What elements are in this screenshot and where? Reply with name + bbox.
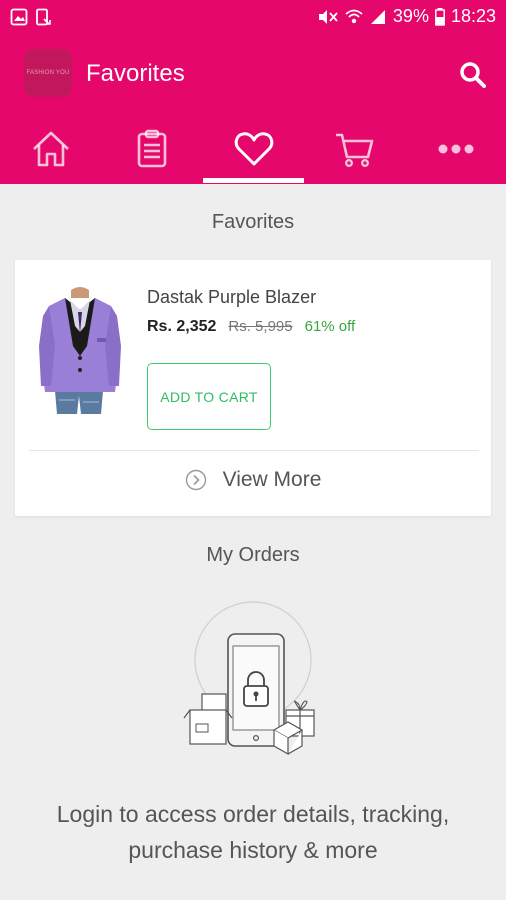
wifi-icon	[345, 9, 363, 23]
tab-favorites[interactable]	[203, 114, 304, 184]
view-more-label: View More	[222, 468, 322, 491]
app-logo: FASHION YOU	[24, 49, 72, 97]
favorite-item-card: Dastak Purple Blazer Rs. 2,352 Rs. 5,995…	[15, 260, 491, 516]
app-logo-text: FASHION YOU	[26, 70, 70, 76]
chevron-right-circle-icon	[185, 469, 206, 491]
tab-more[interactable]	[405, 114, 506, 184]
tab-orders[interactable]	[101, 114, 202, 184]
search-icon[interactable]	[458, 60, 488, 90]
view-more-button[interactable]: View More	[15, 462, 491, 498]
gallery-notification-icon	[10, 8, 28, 26]
clock: 18:23	[450, 6, 496, 26]
add-to-cart-button[interactable]: ADD TO CART	[147, 363, 271, 430]
tab-home[interactable]	[0, 114, 101, 184]
locked-phone-illustration-icon	[183, 601, 315, 756]
page-title: Favorites	[86, 60, 185, 87]
product-name[interactable]: Dastak Purple Blazer	[147, 287, 316, 308]
heart-icon	[234, 132, 273, 166]
app-bar: FASHION YOU Favorites	[0, 36, 506, 114]
status-bar: 39% 18:23	[0, 0, 506, 36]
battery-icon	[435, 7, 445, 26]
favorites-heading: Favorites	[211, 211, 295, 233]
orders-heading: My Orders	[206, 544, 300, 566]
divider	[29, 450, 479, 451]
product-price: Rs. 2,352	[147, 318, 217, 335]
product-mrp: Rs. 5,995	[228, 318, 293, 335]
price-row: Rs. 2,352 Rs. 5,995 61% off	[147, 318, 355, 336]
login-message[interactable]: Login to access order details, tracking,…	[20, 796, 486, 868]
product-discount: 61% off	[304, 318, 356, 335]
more-icon	[438, 144, 473, 154]
mute-icon	[318, 9, 338, 24]
battery-percent: 39%	[392, 6, 429, 26]
clipboard-icon	[137, 129, 166, 168]
tab-selected-indicator	[203, 178, 304, 183]
product-image[interactable]	[35, 286, 125, 416]
home-icon	[32, 131, 69, 167]
screenshot-notification-icon	[36, 8, 51, 26]
signal-icon	[370, 9, 385, 24]
tab-bar	[0, 114, 506, 184]
tab-cart[interactable]	[304, 114, 405, 184]
cart-icon	[335, 133, 373, 168]
